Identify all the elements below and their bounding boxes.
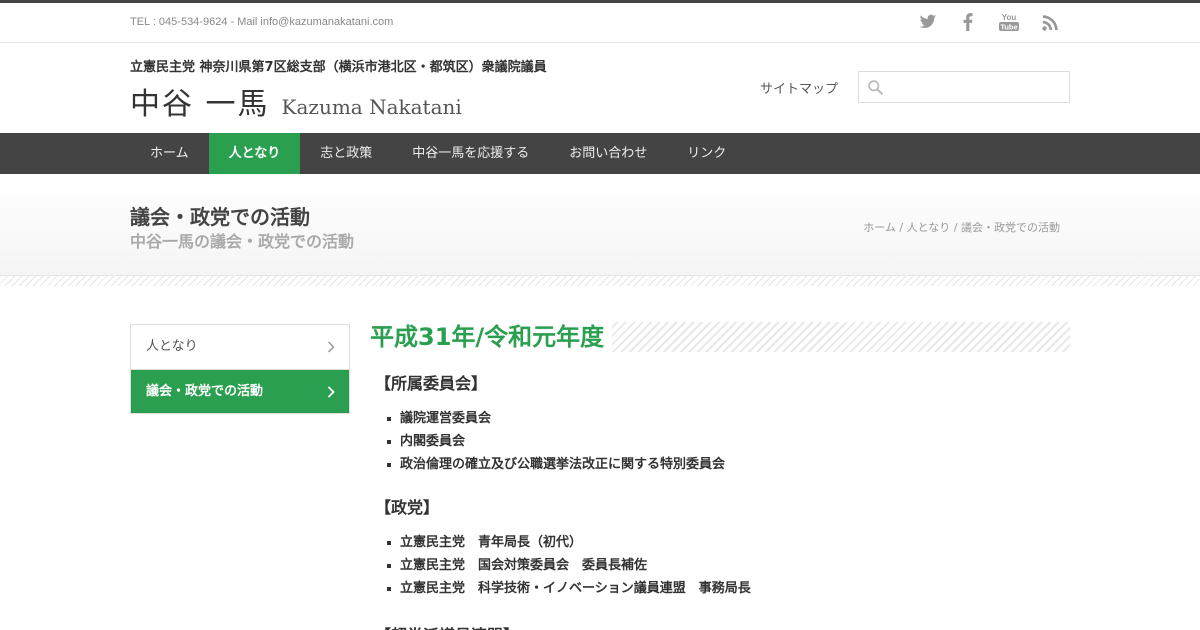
list-item: 政治倫理の確立及び公職選挙法改正に関する特別委員会 (385, 453, 1070, 476)
page-title: 議会・政党での活動 (130, 205, 310, 229)
list-item: 立憲民主党 国会対策委員会 委員長補佐 (385, 554, 1070, 577)
committee-list: 議院運営委員会 内閣委員会 政治倫理の確立及び公職選挙法改正に関する特別委員会 (385, 407, 1070, 476)
list-item: 議院運営委員会 (385, 407, 1070, 430)
page-subtitle: 中谷一馬の議会・政党での活動 (130, 232, 355, 251)
main-nav: ホーム 人となり 志と政策 中谷一馬を応援する お問い合わせ リンク (0, 133, 1200, 174)
nav-item-policy[interactable]: 志と政策 (300, 133, 392, 174)
youtube-icon[interactable]: You Tube (998, 12, 1020, 32)
page-title-bar: 議会・政党での活動 中谷一馬の議会・政党での活動 ホーム / 人となり / 議会… (0, 174, 1200, 276)
search-box[interactable] (858, 71, 1070, 103)
section-title: 【政党】 (375, 498, 440, 517)
rss-icon[interactable] (1040, 12, 1060, 32)
sidebar-item-activities[interactable]: 議会・政党での活動 (131, 369, 349, 413)
top-bar: TEL : 045-534-9624 - Mail info@kazumanak… (0, 0, 1200, 43)
sitemap-link[interactable]: サイトマップ (760, 78, 838, 97)
svg-text:You: You (1002, 13, 1017, 22)
contact-info: TEL : 045-534-9624 - Mail info@kazumanak… (130, 16, 394, 28)
site-header: 立憲民主党 神奈川県第7区総支部（横浜市港北区・都筑区）衆議院議員 中谷 一馬 … (0, 43, 1200, 133)
search-icon (867, 79, 884, 100)
list-item: 立憲民主党 青年局長（初代） (385, 531, 1070, 554)
logo-name-jp: 中谷 一馬 (130, 87, 270, 122)
nav-item-home[interactable]: ホーム (130, 133, 209, 174)
year-heading-row: 平成31年/令和元年度 (370, 322, 1070, 352)
sidebar-item-profile[interactable]: 人となり (131, 325, 349, 369)
facebook-icon[interactable] (958, 12, 978, 32)
sidebar-item-label: 議会・政党での活動 (146, 384, 264, 399)
nav-item-contact[interactable]: お問い合わせ (549, 133, 667, 174)
section-title: 【超党派議員連盟】 (375, 622, 1070, 630)
divider-stripes (0, 276, 1200, 286)
chevron-right-icon (327, 325, 335, 369)
nav-item-links[interactable]: リンク (667, 133, 746, 174)
section-title: 【所属委員会】 (375, 374, 488, 393)
breadcrumb[interactable]: ホーム / 人となり / 議会・政党での活動 (863, 219, 1060, 235)
list-item: 立憲民主党 科学技術・イノベーション議員連盟 事務局長 (385, 577, 1070, 600)
social-links: You Tube (918, 12, 1060, 32)
logo-name-en: Kazuma Nakatani (281, 95, 462, 119)
sidebar-item-label: 人となり (146, 339, 198, 354)
party-role-list: 立憲民主党 青年局長（初代） 立憲民主党 国会対策委員会 委員長補佐 立憲民主党… (385, 531, 1070, 600)
twitter-icon[interactable] (918, 12, 938, 32)
list-item: 内閣委員会 (385, 430, 1070, 453)
search-input[interactable] (891, 72, 1067, 102)
site-tagline: 立憲民主党 神奈川県第7区総支部（横浜市港北区・都筑区）衆議院議員 (130, 60, 547, 75)
site-logo[interactable]: 中谷 一馬 Kazuma Nakatani (130, 79, 462, 123)
year-heading: 平成31年/令和元年度 (370, 322, 613, 352)
sidebar-menu: 人となり 議会・政党での活動 (130, 324, 350, 414)
nav-item-profile[interactable]: 人となり (208, 133, 301, 174)
nav-item-support[interactable]: 中谷一馬を応援する (392, 133, 549, 174)
svg-text:Tube: Tube (1000, 23, 1017, 32)
main-content: 平成31年/令和元年度 【所属委員会】 議院運営委員会 内閣委員会 政治倫理の確… (370, 322, 1070, 630)
chevron-right-icon (327, 370, 335, 414)
